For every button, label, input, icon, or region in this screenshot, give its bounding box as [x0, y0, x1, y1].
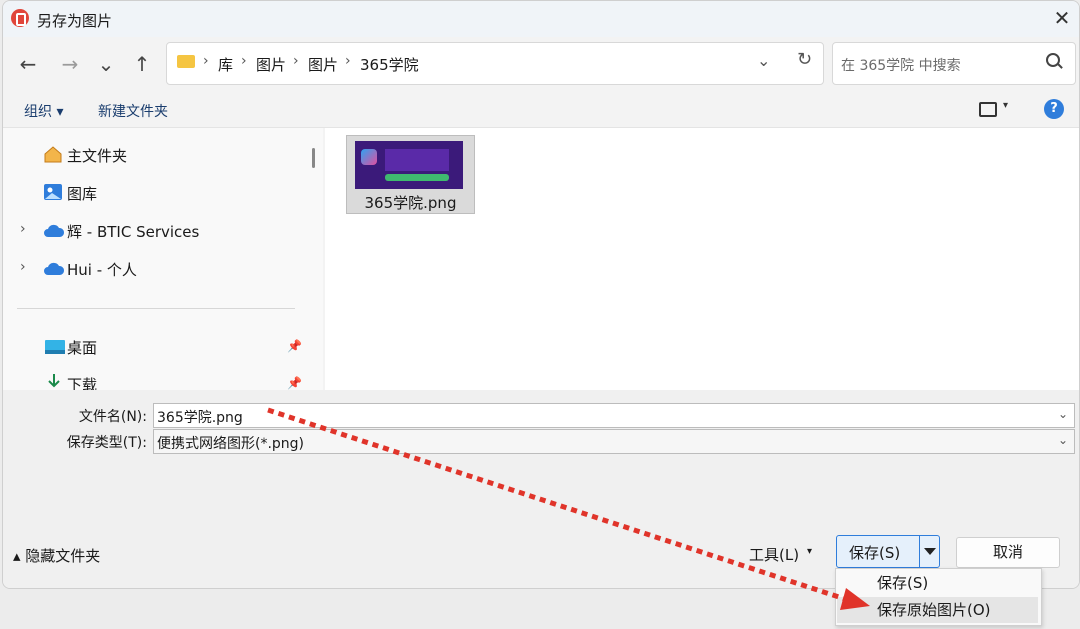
sidebar-divider — [17, 308, 295, 309]
gallery-icon — [43, 183, 63, 205]
navigation-pane: 主文件夹 图库 › 辉 - BTIC Services › Hui - 个人 桌… — [3, 128, 323, 394]
sidebar-item-desktop[interactable]: 桌面 — [67, 337, 97, 358]
copilot-logo-icon — [361, 149, 377, 165]
view-mode-icon[interactable] — [979, 102, 997, 117]
view-chevron-icon[interactable]: ▾ — [1003, 100, 1008, 111]
expand-chevron-icon[interactable]: › — [20, 259, 26, 275]
recent-locations-chevron-icon[interactable]: ⌄ — [91, 49, 121, 79]
cloud-icon — [43, 223, 65, 242]
cloud-icon — [43, 261, 65, 280]
menu-item-save[interactable]: 保存(S) — [837, 570, 1038, 596]
window-title: 另存为图片 — [37, 12, 113, 30]
filetype-value: 便携式网络图形(*.png) — [157, 436, 305, 452]
file-item[interactable]: 365学院.png — [346, 135, 475, 214]
title-bar: 另存为图片 ✕ — [3, 1, 1079, 37]
breadcrumb-item[interactable]: 图片 — [308, 54, 338, 75]
filename-dropdown-icon[interactable]: ⌄ — [1058, 407, 1068, 421]
sidebar-item-home[interactable]: 主文件夹 — [67, 145, 127, 166]
filename-label: 文件名(N): — [78, 409, 147, 425]
file-name: 365学院.png — [364, 194, 457, 212]
sidebar-item-btic-services[interactable]: 辉 - BTIC Services — [67, 221, 199, 242]
search-placeholder: 在 365学院 中搜索 — [841, 58, 961, 74]
search-icon[interactable] — [1046, 53, 1060, 67]
address-bar[interactable]: › 库 › 图片 › 图片 › 365学院 ⌄ ↻ — [166, 42, 824, 85]
navigation-bar: ← → ⌄ ↑ › 库 › 图片 › 图片 › 365学院 ⌄ ↻ 在 365学… — [3, 37, 1079, 91]
address-dropdown-icon[interactable]: ⌄ — [757, 51, 770, 70]
desktop-icon — [45, 339, 65, 359]
breadcrumb-separator: › — [241, 53, 247, 69]
breadcrumb-separator: › — [345, 53, 351, 69]
breadcrumb-item[interactable]: 365学院 — [360, 54, 419, 75]
close-icon[interactable]: ✕ — [1049, 5, 1075, 31]
save-dropdown-menu: 保存(S) 保存原始图片(O) — [835, 568, 1042, 626]
organize-menu[interactable]: 组织 ▾ — [24, 101, 63, 121]
breadcrumb-separator: › — [293, 53, 299, 69]
file-list-pane: 365学院.png — [325, 128, 1079, 390]
sidebar-item-hui-personal[interactable]: Hui - 个人 — [67, 259, 137, 280]
save-as-dialog: 另存为图片 ✕ ← → ⌄ ↑ › 库 › 图片 › 图片 › 365学院 ⌄ … — [2, 0, 1080, 589]
back-arrow-icon[interactable]: ← — [13, 49, 43, 79]
cancel-button[interactable]: 取消 — [956, 537, 1060, 568]
menu-item-save-original[interactable]: 保存原始图片(O) — [837, 597, 1038, 623]
save-options-area: 文件名(N): 365学院.png ⌄ 保存类型(T): 便携式网络图形(*.p… — [3, 390, 1079, 588]
home-icon — [43, 145, 63, 167]
tools-chevron-icon[interactable]: ▾ — [807, 546, 812, 557]
tools-menu[interactable]: 工具(L) — [749, 544, 799, 565]
search-input[interactable]: 在 365学院 中搜索 — [832, 42, 1076, 85]
thumbnail-bar — [385, 174, 449, 181]
app-icon — [11, 9, 29, 27]
pin-icon: 📌 — [287, 339, 302, 353]
folder-icon — [177, 55, 195, 68]
help-icon[interactable]: ? — [1044, 99, 1064, 119]
new-folder-button[interactable]: 新建文件夹 — [98, 101, 168, 121]
filetype-select[interactable]: 便携式网络图形(*.png) ⌄ — [153, 429, 1075, 454]
sidebar-scrollbar[interactable] — [312, 148, 315, 168]
up-arrow-icon[interactable]: ↑ — [127, 49, 157, 79]
file-thumbnail — [355, 141, 463, 189]
pin-icon: 📌 — [287, 376, 302, 390]
filename-value: 365学院.png — [157, 410, 243, 426]
save-split-button[interactable]: 保存(S) — [836, 535, 940, 568]
filename-input[interactable]: 365学院.png ⌄ — [153, 403, 1075, 428]
thumbnail-banner — [385, 149, 449, 171]
command-bar: 组织 ▾ 新建文件夹 ▾ ? — [3, 91, 1079, 128]
forward-arrow-icon[interactable]: → — [55, 49, 85, 79]
hide-folders-toggle[interactable]: ▴ 隐藏文件夹 — [13, 545, 100, 566]
breadcrumb-separator: › — [203, 53, 209, 69]
breadcrumb-item[interactable]: 库 — [218, 54, 233, 75]
save-button-label[interactable]: 保存(S) — [849, 542, 900, 563]
filetype-label: 保存类型(T): — [66, 435, 147, 451]
filetype-dropdown-icon[interactable]: ⌄ — [1058, 433, 1068, 447]
breadcrumb-item[interactable]: 图片 — [256, 54, 286, 75]
save-dropdown-arrow-icon[interactable] — [919, 536, 940, 567]
refresh-icon[interactable]: ↻ — [797, 49, 812, 70]
expand-chevron-icon[interactable]: › — [20, 221, 26, 237]
sidebar-item-gallery[interactable]: 图库 — [67, 183, 97, 204]
